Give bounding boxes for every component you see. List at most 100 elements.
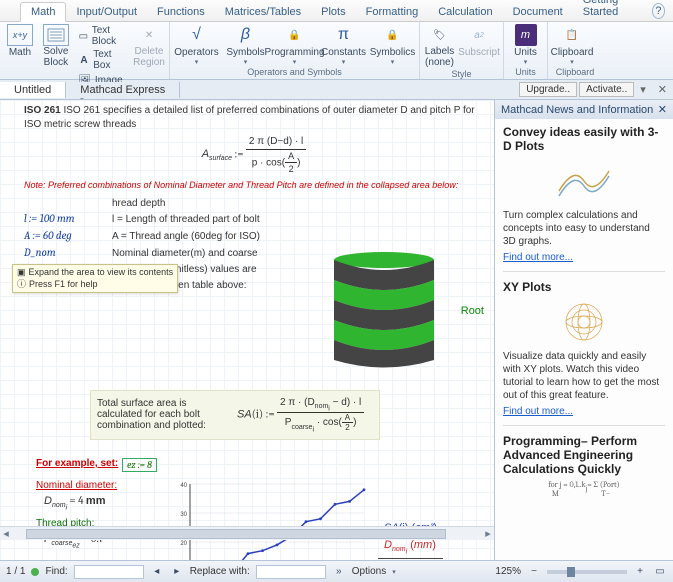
operators-label: Operators [174,47,218,58]
tab-plots[interactable]: Plots [311,3,355,21]
nominal-label: Nominal diameter: [36,480,117,491]
clipboard-icon: 📋 [561,24,583,46]
tab-getting-started[interactable]: Getting Started [573,0,652,21]
delete-label: Delete Region [133,47,165,68]
upgrade-button[interactable]: Upgrade.. [519,82,577,97]
options-label[interactable]: Options [352,566,386,577]
page-indicator: 1 / 1 [6,566,25,577]
clipboard-button[interactable]: 📋Clipboard▾ [552,24,592,66]
document-area[interactable]: ISO 261 ISO 261 specifies a detailed lis… [0,100,494,562]
replace-label: Replace with: [190,566,250,577]
zoom-slider[interactable] [547,570,627,574]
text-block-button[interactable]: ▭Text Block [76,24,129,48]
status-bar: 1 / 1 Find: ◂ ▸ Replace with: » Options▾… [0,560,673,582]
tab-functions[interactable]: Functions [147,3,215,21]
tab-matrices[interactable]: Matrices/Tables [215,3,311,21]
subscript-icon: a2 [468,24,490,46]
find-prev-button[interactable]: ◂ [150,565,164,579]
tab-calculation[interactable]: Calculation [428,3,502,21]
svg-text:40: 40 [180,483,187,489]
svg-text:30: 30 [180,512,187,518]
def-dnom-lhs: D_nom [24,246,96,261]
ops-group-label: Operators and Symbols [174,66,415,77]
news-header: Mathcad News and Information ✕ [495,100,673,119]
tab-formatting[interactable]: Formatting [356,3,429,21]
replace-input[interactable] [256,565,326,579]
tooltip-line1: Expand the area to view its contents [29,267,174,279]
replace-next-button[interactable]: » [332,565,346,579]
expand-icon: ▣ [17,267,26,279]
textblock-label: Text Block [92,25,127,47]
operators-button[interactable]: √Operators▾ [177,24,217,66]
news-s1-body: Turn complex calculations and concepts i… [503,209,665,248]
fit-page-button[interactable]: ▭ [653,565,667,579]
doc-tab-dropdown[interactable]: ▾ [634,83,652,96]
tooltip-line2: Press F1 for help [29,279,98,291]
news-close-icon[interactable]: ✕ [658,103,667,116]
solve-label: Solve Block [43,47,68,68]
news-panel: Mathcad News and Information ✕ Convey id… [494,100,673,562]
iso-body: ISO 261 specifies a detailed list of pre… [24,105,475,130]
style-group-label: Style [424,68,499,79]
delete-icon: ✕ [138,24,160,46]
labels-label: Labels (none) [425,47,454,68]
sa-box: Total surface area is calculated for eac… [90,390,380,440]
symbolics-button[interactable]: 🔒Symbolics▾ [373,24,413,66]
document-tab-strip: Untitled Mathcad Express Upgrade.. Activ… [0,80,673,100]
zoom-out-button[interactable]: − [527,565,541,579]
thread-image [314,250,454,370]
news-s2-link[interactable]: Find out more... [503,406,573,417]
activate-button[interactable]: Activate.. [579,82,634,97]
news-s1-link[interactable]: Find out more... [503,252,573,263]
clipboard-label: Clipboard [551,47,594,58]
programming-button[interactable]: 🔒Programming▾ [275,24,315,66]
labels-button[interactable]: 🏷Labels (none) [424,24,455,68]
news-s2-title: XY Plots [503,280,665,294]
programming-icon: 🔒 [284,24,306,46]
symbolics-icon: 🔒 [382,24,404,46]
zoom-value: 125% [495,566,521,577]
symbolics-label: Symbolics [370,47,416,58]
scroll-left-icon[interactable]: ◂ [0,527,12,540]
ez-value[interactable]: ez := 8 [122,458,157,472]
solve-icon [43,24,69,46]
tab-math[interactable]: Math [20,2,66,22]
help-button[interactable]: ? [652,3,665,19]
text-box-button[interactable]: AText Box [76,48,129,72]
news-s2-thumb [549,298,619,346]
horizontal-scrollbar[interactable]: ◂ ▸ [0,526,494,540]
zoom-in-button[interactable]: + [633,565,647,579]
root-label: Root [461,305,484,317]
doc-tab-untitled[interactable]: Untitled [0,82,66,98]
solve-block-button[interactable]: Solve Block [40,24,72,68]
def-dnom-rhs: Nominal diameter(m) and coarse [112,247,258,261]
tab-document[interactable]: Document [503,3,573,21]
clipboard-group-label: Clipboard [552,66,598,77]
constants-button[interactable]: πConstants▾ [324,24,364,66]
units-group-label: Units [508,66,543,77]
delete-region-button[interactable]: ✕ Delete Region [133,24,165,68]
textblock-icon: ▭ [78,29,89,43]
def-a-rhs: A = Thread angle (60deg for ISO) [112,230,260,244]
units-label: Units [514,47,537,58]
subscript-label: Subscript [458,47,500,58]
find-input[interactable] [74,565,144,579]
labels-icon: 🏷 [429,24,451,46]
news-s3-title: Programming– Perform Advanced Engineerin… [503,434,665,476]
math-region-button[interactable]: x+y Math [4,24,36,58]
news-s3-thumb: for j = 0,1..k Mj = Σ (Port) T− [503,480,665,498]
doc-tab-close[interactable]: ✕ [652,83,673,96]
units-button[interactable]: mUnits▾ [508,24,543,66]
def-l-lhs: l := 100 mm [24,212,96,227]
scroll-right-icon[interactable]: ▸ [482,527,494,540]
math-icon: x+y [7,24,33,46]
find-next-button[interactable]: ▸ [170,565,184,579]
tab-io[interactable]: Input/Output [66,3,147,21]
subscript-button[interactable]: a2Subscript [459,24,499,58]
doc-tab-express[interactable]: Mathcad Express [66,82,180,98]
sa-text: Total surface area is calculated for eac… [97,398,227,431]
svg-text:20: 20 [180,541,187,547]
chart-area: 01020304012345678910111213i [170,478,370,562]
scroll-thumb[interactable] [26,529,446,539]
symbols-button[interactable]: βSymbols▾ [226,24,266,66]
